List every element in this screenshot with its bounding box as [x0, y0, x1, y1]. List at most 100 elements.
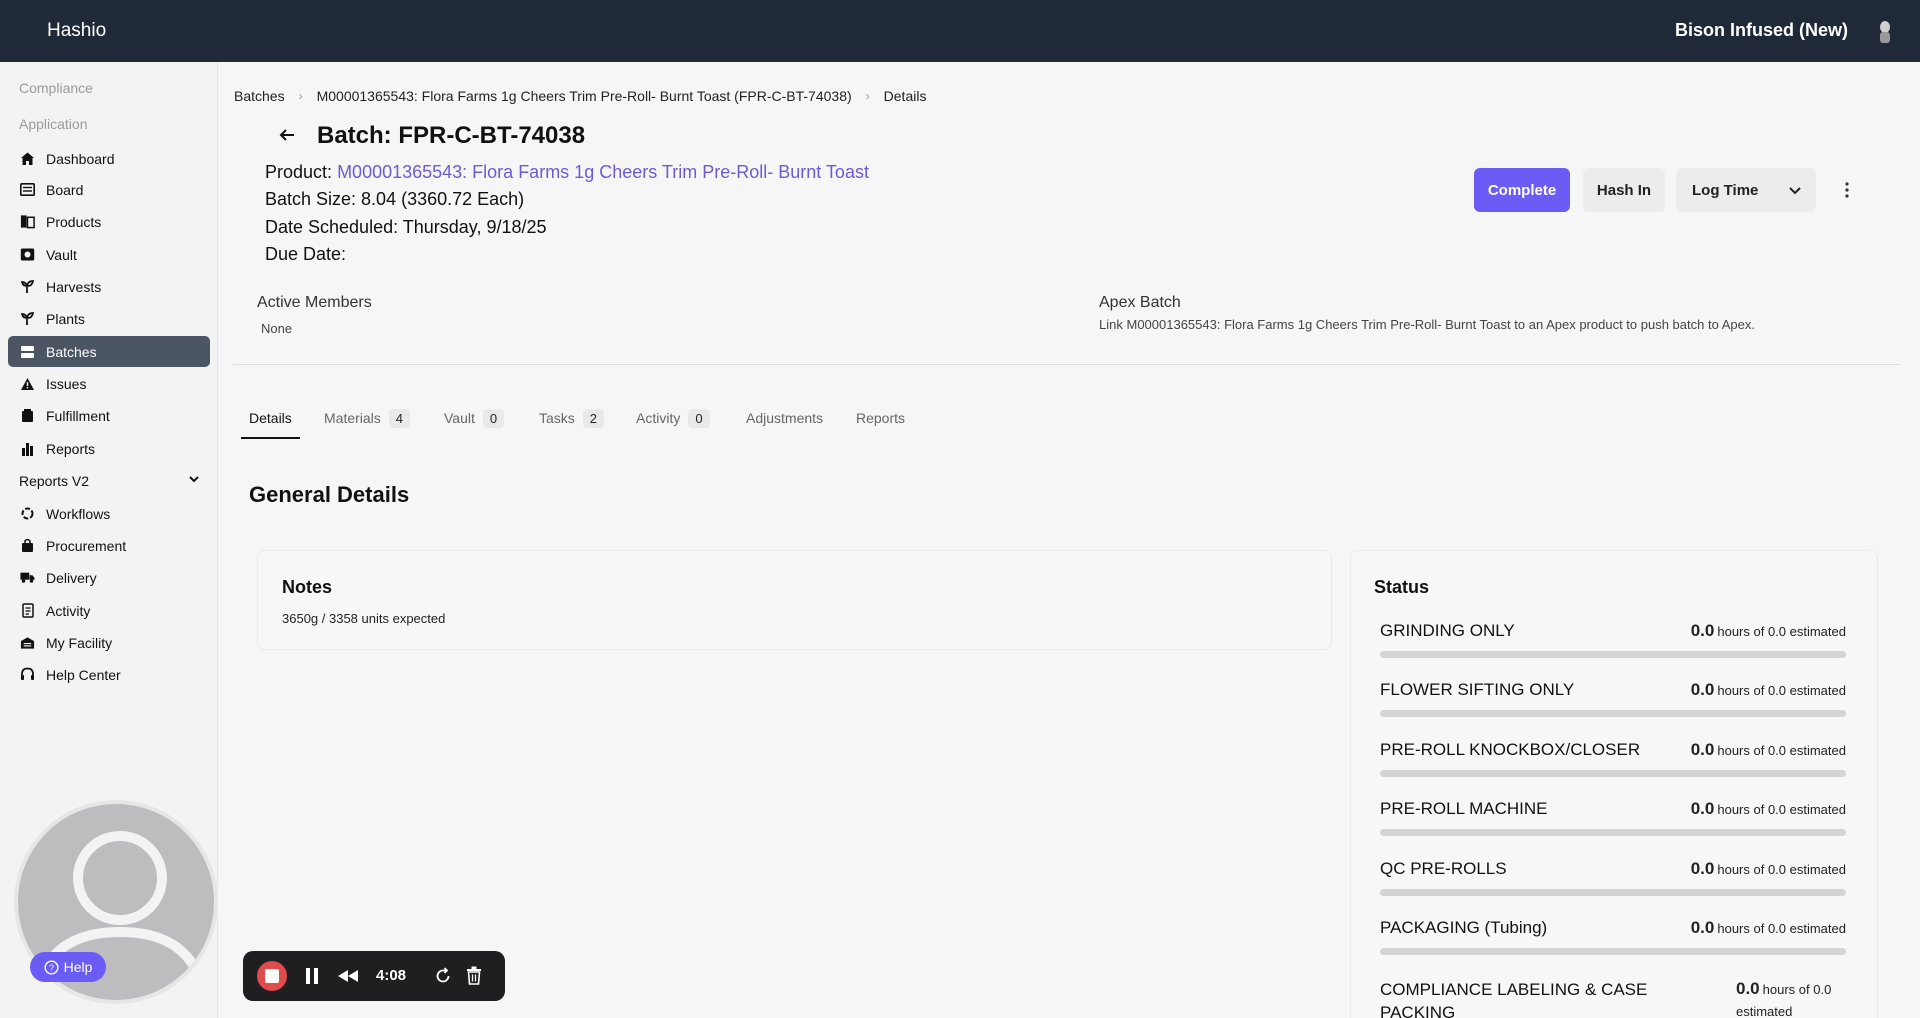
fulfillment-icon	[20, 408, 35, 423]
due-date: Due Date:	[265, 244, 347, 264]
sidebar-item-fulfillment[interactable]: Fulfillment	[8, 400, 210, 431]
breadcrumb-product[interactable]: M00001365543: Flora Farms 1g Cheers Trim…	[317, 88, 852, 104]
sidebar-item-label: Batches	[46, 343, 97, 360]
sidebar-item-label: Fulfillment	[46, 407, 110, 424]
status-progress-bar	[1380, 651, 1846, 658]
organization-name[interactable]: Bison Infused (New)	[1675, 20, 1848, 41]
sidebar-item-reports[interactable]: Reports	[8, 433, 210, 464]
help-button[interactable]: ? Help	[30, 952, 106, 982]
sidebar-item-reports-v2[interactable]: Reports V2	[8, 465, 210, 496]
status-progress-bar	[1380, 710, 1846, 717]
status-item-value: 0.0	[1690, 680, 1715, 699]
sidebar-item-my-facility[interactable]: My Facility	[8, 627, 210, 658]
status-item-value: 0.0	[1736, 979, 1760, 998]
status-progress-bar	[1380, 948, 1846, 955]
sidebar-item-workflows[interactable]: Workflows	[8, 498, 210, 529]
sidebar-item-label: Plants	[46, 310, 85, 327]
facility-icon	[20, 635, 35, 650]
user-avatar-icon[interactable]	[1874, 19, 1896, 45]
apex-prefix: Link	[1099, 317, 1123, 332]
sidebar-item-plants[interactable]: Plants	[8, 303, 210, 334]
vault-icon	[20, 247, 35, 262]
hash-in-button[interactable]: Hash In	[1583, 168, 1665, 212]
active-members-label: Active Members	[257, 294, 372, 311]
restart-icon[interactable]	[434, 967, 452, 985]
stop-recording-button[interactable]	[257, 961, 287, 991]
sidebar-item-board[interactable]: Board	[8, 174, 210, 205]
product-link[interactable]: M00001365543: Flora Farms 1g Cheers Trim…	[337, 162, 869, 182]
chevron-down-icon	[189, 476, 199, 483]
stop-icon	[265, 969, 279, 983]
tab-count-badge: 4	[388, 408, 411, 428]
activity-icon	[20, 603, 35, 618]
status-item-hours: 0.0 hours of 0.0 estimated	[1691, 918, 1846, 938]
tab-activity[interactable]: Activity 0	[636, 405, 710, 431]
status-item-name: PRE-ROLL KNOCKBOX/CLOSER	[1380, 740, 1641, 759]
sidebar-item-delivery[interactable]: Delivery	[8, 562, 210, 593]
sidebar-item-products[interactable]: Products	[8, 206, 210, 237]
truck-icon	[20, 570, 35, 585]
tab-tasks[interactable]: Tasks 2	[539, 405, 605, 431]
recording-timer: 4:08	[376, 967, 407, 984]
tab-materials[interactable]: Materials 4	[324, 405, 411, 431]
warning-icon	[20, 376, 35, 391]
chevron-down-icon[interactable]	[1788, 183, 1802, 197]
apex-product: M00001365543: Flora Farms 1g Cheers Trim…	[1126, 317, 1511, 332]
status-item-hours: 0.0 hours of 0.0 estimated	[1691, 799, 1846, 819]
status-item-value: 0.0	[1690, 621, 1715, 640]
tab-label: Vault	[444, 410, 475, 426]
brand-name[interactable]: Hashio	[47, 20, 106, 42]
status-title: Status	[1374, 577, 1430, 597]
active-tab-indicator	[241, 437, 300, 439]
sidebar-item-label: Issues	[46, 375, 87, 392]
sidebar-item-issues[interactable]: Issues	[8, 368, 210, 399]
more-options-icon[interactable]	[1838, 178, 1856, 202]
sidebar-item-harvests[interactable]: Harvests	[8, 271, 210, 302]
breadcrumb-separator-icon: ›	[865, 89, 870, 103]
sidebar-item-label: Reports	[46, 440, 96, 457]
recording-controls: 4:08	[243, 951, 505, 1001]
tab-count-badge: 2	[582, 408, 605, 428]
trash-icon[interactable]	[466, 966, 482, 985]
sidebar-section-application[interactable]: Application	[19, 116, 88, 132]
tab-label: Details	[249, 410, 292, 426]
sidebar-item-dashboard[interactable]: Dashboard	[8, 143, 210, 174]
tab-vault[interactable]: Vault 0	[444, 405, 505, 431]
status-item: COMPLIANCE LABELING & CASE PACKING 0.0 ho…	[1380, 978, 1846, 1018]
sidebar-item-procurement[interactable]: Procurement	[8, 530, 210, 561]
log-time-label: Log Time	[1692, 181, 1759, 199]
sidebar-section-compliance[interactable]: Compliance	[19, 80, 93, 96]
tab-label: Activity	[636, 410, 681, 426]
sidebar-item-label: Reports V2	[19, 472, 90, 489]
pause-icon[interactable]	[304, 967, 320, 985]
complete-button[interactable]: Complete	[1474, 168, 1570, 212]
tab-details[interactable]: Details	[249, 405, 292, 431]
log-time-button[interactable]: Log Time	[1676, 168, 1816, 212]
status-item-value: 0.0	[1690, 918, 1715, 937]
breadcrumb-batches[interactable]: Batches	[234, 88, 285, 104]
status-progress-bar	[1380, 829, 1846, 836]
batches-icon	[20, 344, 35, 359]
tab-count-badge: 0	[482, 408, 505, 428]
sidebar-item-batches[interactable]: Batches	[8, 336, 210, 367]
status-item-value: 0.0	[1690, 740, 1715, 759]
status-item-hours: 0.0 hours of 0.0 estimated	[1736, 978, 1846, 1018]
sidebar-item-vault[interactable]: Vault	[8, 239, 210, 270]
top-bar: Hashio Bison Infused (New)	[0, 0, 1920, 62]
tab-adjustments[interactable]: Adjustments	[746, 405, 823, 431]
board-icon	[20, 182, 35, 197]
products-icon	[20, 214, 35, 229]
sidebar-item-label: My Facility	[46, 634, 113, 651]
apex-suffix: to an Apex product to push batch to Apex…	[1514, 317, 1755, 332]
apex-batch-text: Link M00001365543: Flora Farms 1g Cheers…	[1099, 317, 1755, 332]
tab-reports[interactable]: Reports	[856, 405, 905, 431]
notes-card: Notes 3650g / 3358 units expected	[257, 550, 1332, 650]
status-progress-bar	[1380, 770, 1846, 777]
status-item-name: PACKAGING (Tubing)	[1380, 918, 1548, 937]
svg-text:?: ?	[49, 963, 54, 973]
product-label: Product:	[265, 162, 333, 182]
rewind-icon[interactable]	[337, 969, 359, 983]
sidebar-item-help-center[interactable]: Help Center	[8, 659, 210, 690]
back-arrow-icon[interactable]	[276, 124, 298, 146]
sidebar-item-activity[interactable]: Activity	[8, 595, 210, 626]
